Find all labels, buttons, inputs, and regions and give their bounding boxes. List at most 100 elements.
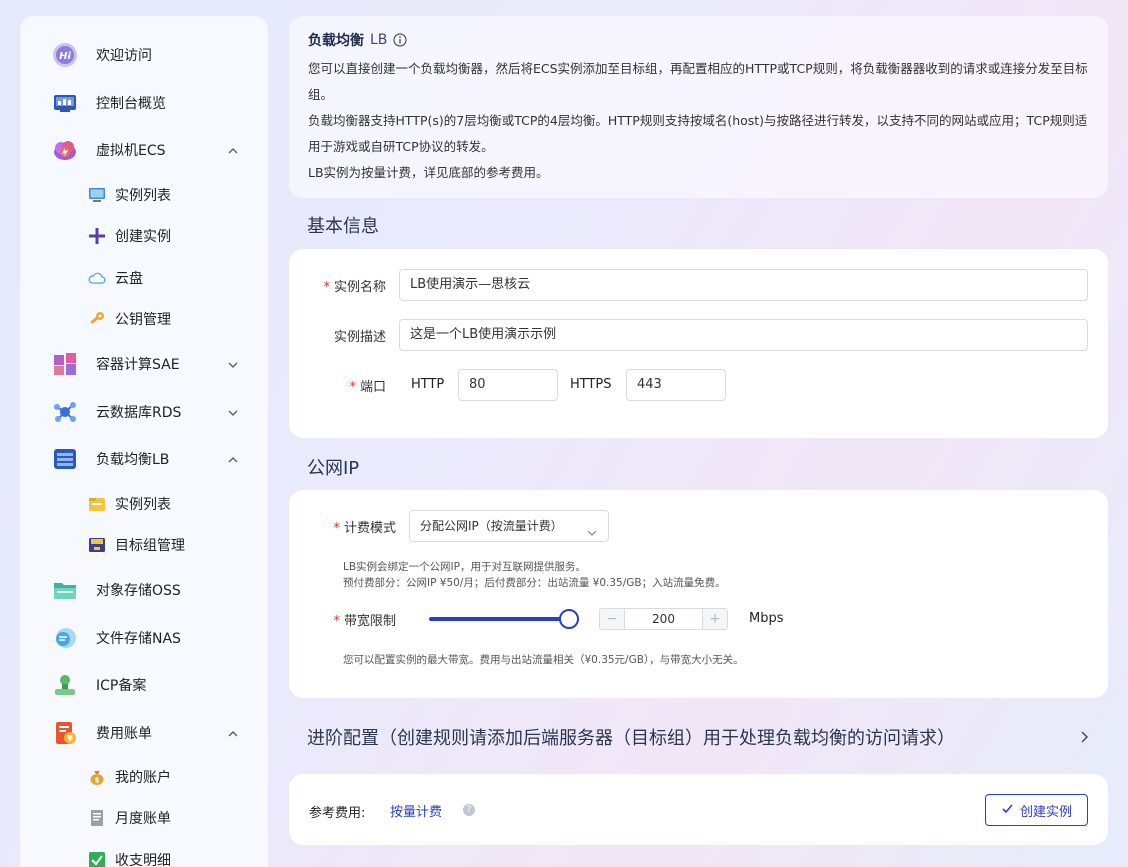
https-port-input[interactable]: 443 (626, 369, 726, 401)
bandwidth-label: * 带宽限制 (300, 610, 396, 629)
sidebar-subitem-label: 目标组管理 (115, 538, 185, 554)
advanced-config-label: 进阶配置（创建规则请添加后端服务器（目标组）用于处理负载均衡的访问请求） (307, 728, 955, 749)
sidebar-item-label: 负载均衡LB (96, 452, 170, 468)
sidebar-item-label: 费用账单 (96, 726, 152, 742)
sidebar-subitem-monthly-bill[interactable]: 月度账单 (20, 800, 268, 836)
billing-hint-1: LB实例会绑定一个公网IP，用于对互联网提供服务。 (343, 561, 586, 573)
sidebar-item-label: 云数据库RDS (96, 405, 182, 421)
folder-icon (88, 495, 106, 513)
sidebar-item-label: 文件存储NAS (96, 631, 181, 647)
sidebar-subitem-label: 云盘 (115, 271, 143, 287)
sidebar-subitem-ecs-keys[interactable]: 公钥管理 (20, 301, 268, 337)
reference-fee-label: 参考费用: (309, 806, 366, 821)
http-label: HTTP (411, 377, 445, 392)
chevron-down-icon[interactable] (226, 357, 240, 371)
billing-mode-label: * 计费模式 (300, 517, 396, 536)
intro-paragraph: LB实例为按量计费，详见底部的参考费用。 (308, 165, 549, 180)
instance-desc-input[interactable]: 这是一个LB使用演示示例 (399, 319, 1088, 351)
create-instance-button[interactable]: 创建实例 (985, 794, 1088, 826)
http-port-input[interactable]: 80 (458, 369, 558, 401)
intro-panel: 负载均衡 LB 您可以直接创建一个负载均衡器，然后将ECS实例添加至目标组，再配置… (289, 16, 1108, 198)
advanced-config-toggle[interactable]: 进阶配置（创建规则请添加后端服务器（目标组）用于处理负载均衡的访问请求） (289, 718, 1108, 756)
section-title-public-ip: 公网IP (307, 458, 360, 479)
bill-icon: ¥ (52, 720, 78, 746)
sidebar-subitem-label: 实例列表 (115, 188, 171, 204)
instance-desc-label: 实例描述 (333, 330, 386, 345)
sidebar-item-lb[interactable]: 负载均衡LB (20, 439, 268, 479)
sidebar-item-dashboard[interactable]: 控制台概览 (20, 83, 268, 123)
sidebar-item-icp[interactable]: ICP备案 (20, 665, 268, 705)
sidebar-subitem-ecs-disk[interactable]: 云盘 (20, 260, 268, 296)
sidebar-item-label: 欢迎访问 (96, 48, 152, 64)
plus-icon (88, 227, 106, 245)
bandwidth-stepper: − 200 + (599, 608, 728, 630)
svg-text:$: $ (95, 777, 100, 785)
sidebar-item-label: 容器计算SAE (96, 357, 180, 373)
billing-hint-2: 预付费部分：公网IP ¥50/月；后付费部分：出站流量 ¥0.35/GB；入站流… (343, 577, 726, 589)
sidebar-subitem-lb-instances[interactable]: 实例列表 (20, 486, 268, 522)
svg-text:Hi: Hi (59, 51, 71, 62)
sidebar-subitem-lb-targets[interactable]: 目标组管理 (20, 527, 268, 563)
port-label: * 端口 (300, 376, 386, 395)
help-icon[interactable]: ? (463, 804, 475, 816)
stamp-icon (52, 672, 78, 698)
sidebar-subitem-label: 我的账户 (115, 770, 171, 786)
key-icon (88, 310, 106, 328)
required-mark: * (323, 280, 330, 295)
chevron-up-icon[interactable] (226, 452, 240, 466)
container-icon (52, 351, 78, 377)
increment-button[interactable]: + (703, 609, 727, 629)
dashboard-icon (52, 90, 78, 116)
decrement-button[interactable]: − (600, 609, 624, 629)
bandwidth-label-text: 带宽限制 (343, 614, 396, 629)
bandwidth-slider-handle[interactable] (559, 609, 579, 629)
bandwidth-value[interactable]: 200 (624, 609, 703, 629)
sidebar-item-oss[interactable]: 对象存储OSS (20, 570, 268, 610)
chevron-down-icon (586, 520, 598, 536)
sidebar-subitem-my-account[interactable]: $ 我的账户 (20, 759, 268, 795)
chevron-up-icon[interactable] (226, 726, 240, 740)
intro-paragraph: 负载均衡器支持HTTP(s)的7层均衡或TCP的4层均衡。HTTP规则支持按域名… (308, 113, 1088, 154)
load-balancer-icon (52, 446, 78, 472)
chevron-down-icon[interactable] (226, 405, 240, 419)
pay-as-you-go-link[interactable]: 按量计费 (390, 801, 442, 820)
billing-mode-select[interactable]: 分配公网IP（按流量计费） (409, 510, 609, 542)
sidebar-subitem-label: 创建实例 (115, 229, 171, 245)
billing-mode-label-text: 计费模式 (343, 521, 396, 536)
bandwidth-unit: Mbps (749, 611, 784, 626)
checklist-icon (88, 851, 106, 867)
sidebar-item-sae[interactable]: 容器计算SAE (20, 344, 268, 384)
sidebar-item-ecs[interactable]: 虚拟机ECS (20, 130, 268, 170)
https-label: HTTPS (570, 377, 612, 392)
sidebar-subitem-ecs-instances[interactable]: 实例列表 (20, 177, 268, 213)
cloud-server-icon (52, 137, 78, 163)
sidebar-item-billing[interactable]: ¥ 费用账单 (20, 713, 268, 753)
intro-paragraph: 您可以直接创建一个负载均衡器，然后将ECS实例添加至目标组，再配置相应的HTTP… (308, 61, 1088, 102)
sidebar-subitem-label: 公钥管理 (115, 312, 171, 328)
sidebar-subitem-transactions[interactable]: 收支明细 (20, 842, 268, 867)
instance-name-label-text: 实例名称 (333, 280, 386, 295)
sidebar-item-label: 控制台概览 (96, 96, 166, 112)
sidebar-subitem-ecs-create[interactable]: 创建实例 (20, 218, 268, 254)
instance-name-input[interactable]: LB使用演示—思核云 (399, 269, 1088, 301)
bandwidth-slider-track[interactable] (429, 617, 569, 621)
sidebar-item-nas[interactable]: 文件存储NAS (20, 618, 268, 658)
monitor-icon (88, 186, 106, 204)
info-icon[interactable] (393, 33, 407, 47)
port-label-text: 端口 (359, 380, 386, 395)
chevron-right-icon (1076, 729, 1092, 745)
instance-name-label: * 实例名称 (300, 276, 386, 295)
sidebar: Hi 欢迎访问 控制台概览 虚拟机ECS 实例列表 创建实例 云盘 公钥管理 容… (20, 16, 268, 867)
sidebar-item-label: 对象存储OSS (96, 583, 181, 599)
sidebar-subitem-label: 月度账单 (115, 811, 171, 827)
bandwidth-hint: 您可以配置实例的最大带宽。费用与出站流量相关（¥0.35元/GB），与带宽大小无… (343, 654, 744, 666)
check-icon (1001, 802, 1014, 819)
billing-mode-value: 分配公网IP（按流量计费） (420, 519, 563, 533)
sidebar-item-rds[interactable]: 云数据库RDS (20, 392, 268, 432)
chevron-up-icon[interactable] (226, 143, 240, 157)
nas-icon (52, 625, 78, 651)
required-mark: * (333, 521, 340, 536)
page-title: 负载均衡 LB (308, 30, 1089, 50)
sidebar-item-welcome[interactable]: Hi 欢迎访问 (20, 35, 268, 75)
database-icon (52, 399, 78, 425)
